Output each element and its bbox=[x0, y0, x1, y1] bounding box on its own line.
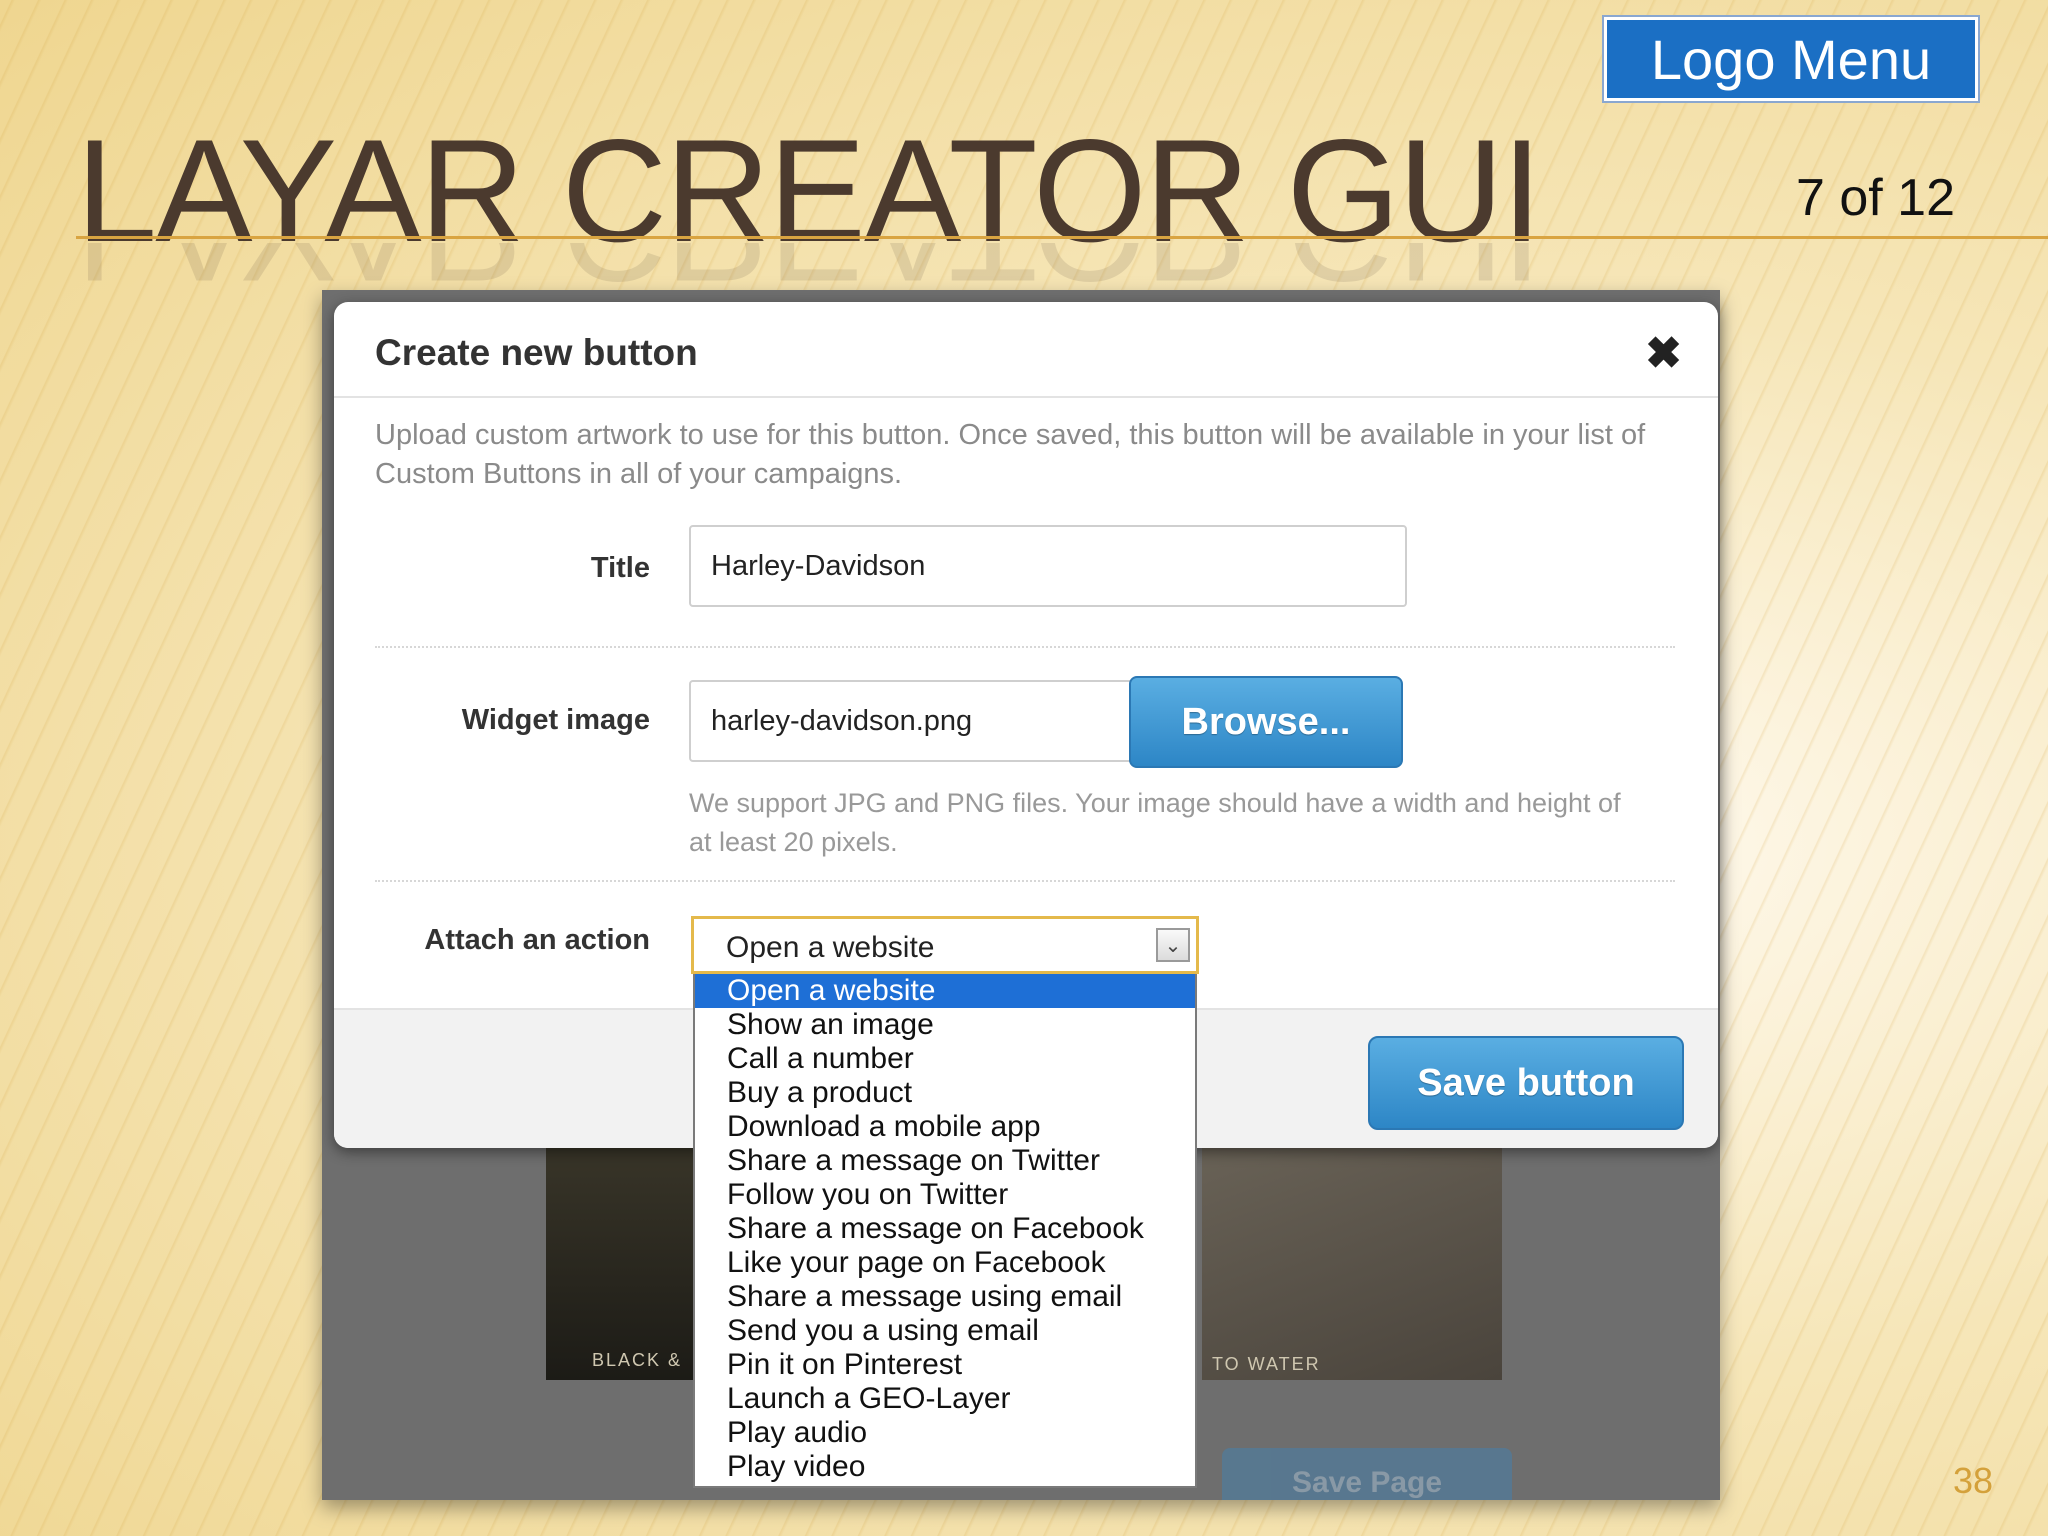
action-option[interactable]: Send you a using email bbox=[695, 1314, 1195, 1348]
field-separator bbox=[375, 880, 1675, 882]
dialog-header: Create new button ✖ bbox=[334, 302, 1718, 398]
background-save-page-button: Save Page bbox=[1222, 1448, 1512, 1500]
action-option[interactable]: Call a number bbox=[695, 1042, 1195, 1076]
dialog-title: Create new button bbox=[375, 332, 698, 373]
action-option[interactable]: Pin it on Pinterest bbox=[695, 1348, 1195, 1382]
browse-button[interactable]: Browse... bbox=[1129, 676, 1403, 768]
logo-menu-button[interactable]: Logo Menu bbox=[1604, 17, 1978, 101]
action-option[interactable]: Share a message on Twitter bbox=[695, 1144, 1195, 1178]
action-option[interactable]: Launch a GEO-Layer bbox=[695, 1382, 1195, 1416]
action-option[interactable]: Show an image bbox=[695, 1008, 1195, 1042]
slide-counter: 7 of 12 bbox=[1796, 169, 1956, 227]
action-option[interactable]: Share a message on Facebook bbox=[695, 1212, 1195, 1246]
background-photo-caption: TO WATER bbox=[1212, 1354, 1321, 1374]
dialog-description: Upload custom artwork to use for this bu… bbox=[375, 419, 1646, 490]
chevron-down-icon[interactable]: ⌄ bbox=[1156, 928, 1190, 962]
action-option[interactable]: Share a message using email bbox=[695, 1280, 1195, 1314]
action-option[interactable]: Open a website bbox=[695, 974, 1195, 1008]
action-option[interactable]: Like your page on Facebook bbox=[695, 1246, 1195, 1280]
action-select-value: Open a website bbox=[726, 931, 935, 964]
action-option[interactable]: Play audio bbox=[695, 1416, 1195, 1450]
action-select[interactable]: Open a website ⌄ bbox=[691, 916, 1199, 974]
action-option[interactable]: Buy a product bbox=[695, 1076, 1195, 1110]
page-number: 38 bbox=[1953, 1460, 1994, 1501]
background-photo-caption: BLACK & bbox=[592, 1350, 683, 1370]
action-dropdown-list: Open a website Show an image Call a number… bbox=[693, 974, 1197, 1488]
widget-image-label: Widget image bbox=[461, 704, 650, 736]
background-save-page-label: Save Page bbox=[1291, 1466, 1443, 1499]
close-icon[interactable]: ✖ bbox=[1645, 328, 1682, 379]
field-separator bbox=[375, 646, 1675, 648]
action-option[interactable]: Follow you on Twitter bbox=[695, 1178, 1195, 1212]
attach-action-label: Attach an action bbox=[424, 924, 650, 956]
widget-image-input[interactable] bbox=[689, 680, 1135, 762]
title-field-label: Title bbox=[590, 552, 650, 584]
save-button[interactable]: Save button bbox=[1368, 1036, 1684, 1130]
action-option[interactable]: Play video bbox=[695, 1450, 1195, 1484]
action-option[interactable]: Download a mobile app bbox=[695, 1110, 1195, 1144]
title-underline bbox=[76, 236, 2048, 239]
image-format-hint: We support JPG and PNG files. Your image… bbox=[689, 788, 1621, 857]
title-input[interactable] bbox=[689, 525, 1407, 607]
